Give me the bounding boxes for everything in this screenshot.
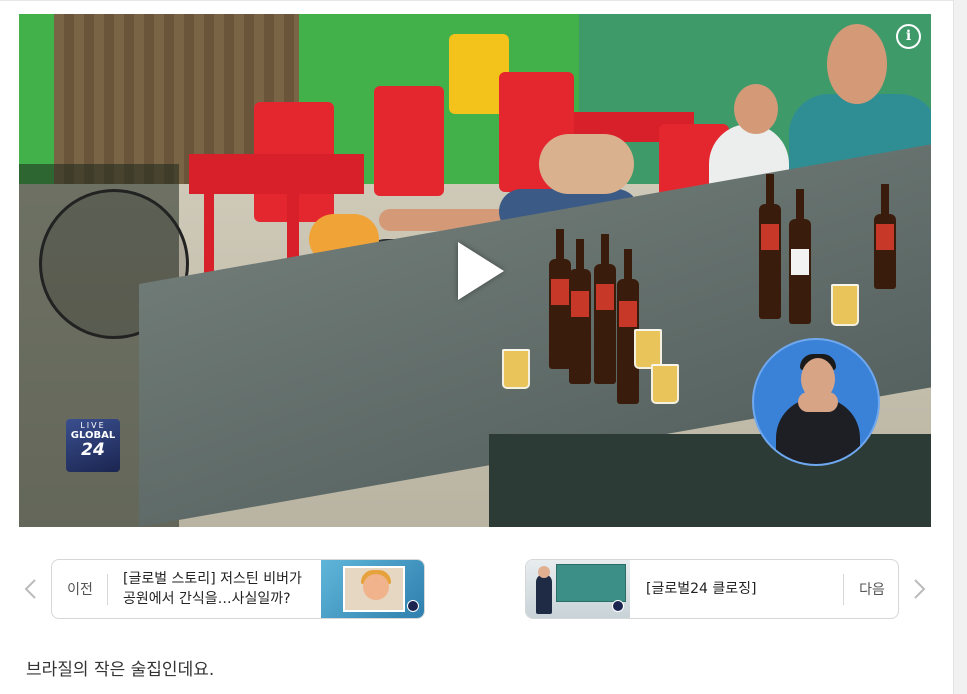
live-tag: LIVE	[80, 421, 106, 430]
prev-title-line2: 공원에서 간식을…사실일까?	[123, 591, 291, 607]
chevron-left-icon	[24, 579, 36, 599]
prev-video-card[interactable]: 이전 [글로벌 스토리] 저스틴 비버가 공원에서 간식을…사실일까?	[51, 559, 425, 619]
prev-label: 이전	[67, 582, 93, 598]
next-video-card[interactable]: [글로벌24 클로징] 다음	[525, 559, 899, 619]
scrollbar[interactable]	[953, 0, 967, 694]
card-divider	[107, 574, 108, 605]
play-button[interactable]	[458, 242, 504, 300]
channel-logo-icon	[407, 600, 419, 612]
live-channel-badge: LIVE GLOBAL 24	[66, 419, 120, 472]
sign-language-interpreter	[752, 338, 880, 466]
channel-number: 24	[81, 440, 105, 460]
prev-arrow-button[interactable]	[20, 578, 42, 600]
article-text: 브라질의 작은 술집인데요.	[26, 660, 215, 680]
news-video-page: i LIVE GLOBAL 24 이전 [글로벌 스토리] 저스틴 비버가 공원…	[0, 0, 967, 694]
chevron-right-icon	[914, 579, 926, 599]
channel-logo-icon	[612, 600, 624, 612]
prev-video-title: [글로벌 스토리] 저스틴 비버가 공원에서 간식을…사실일까?	[123, 569, 302, 609]
top-divider	[0, 0, 953, 1]
prev-video-thumbnail	[321, 560, 424, 618]
prev-title-line1: [글로벌 스토리] 저스틴 비버가	[123, 571, 302, 587]
info-button[interactable]: i	[896, 24, 921, 49]
next-video-thumbnail	[526, 560, 630, 618]
video-player[interactable]: i LIVE GLOBAL 24	[19, 14, 931, 527]
info-icon: i	[905, 28, 912, 44]
next-label: 다음	[859, 582, 885, 598]
next-arrow-button[interactable]	[908, 578, 930, 600]
next-video-title: [글로벌24 클로징]	[646, 581, 757, 597]
